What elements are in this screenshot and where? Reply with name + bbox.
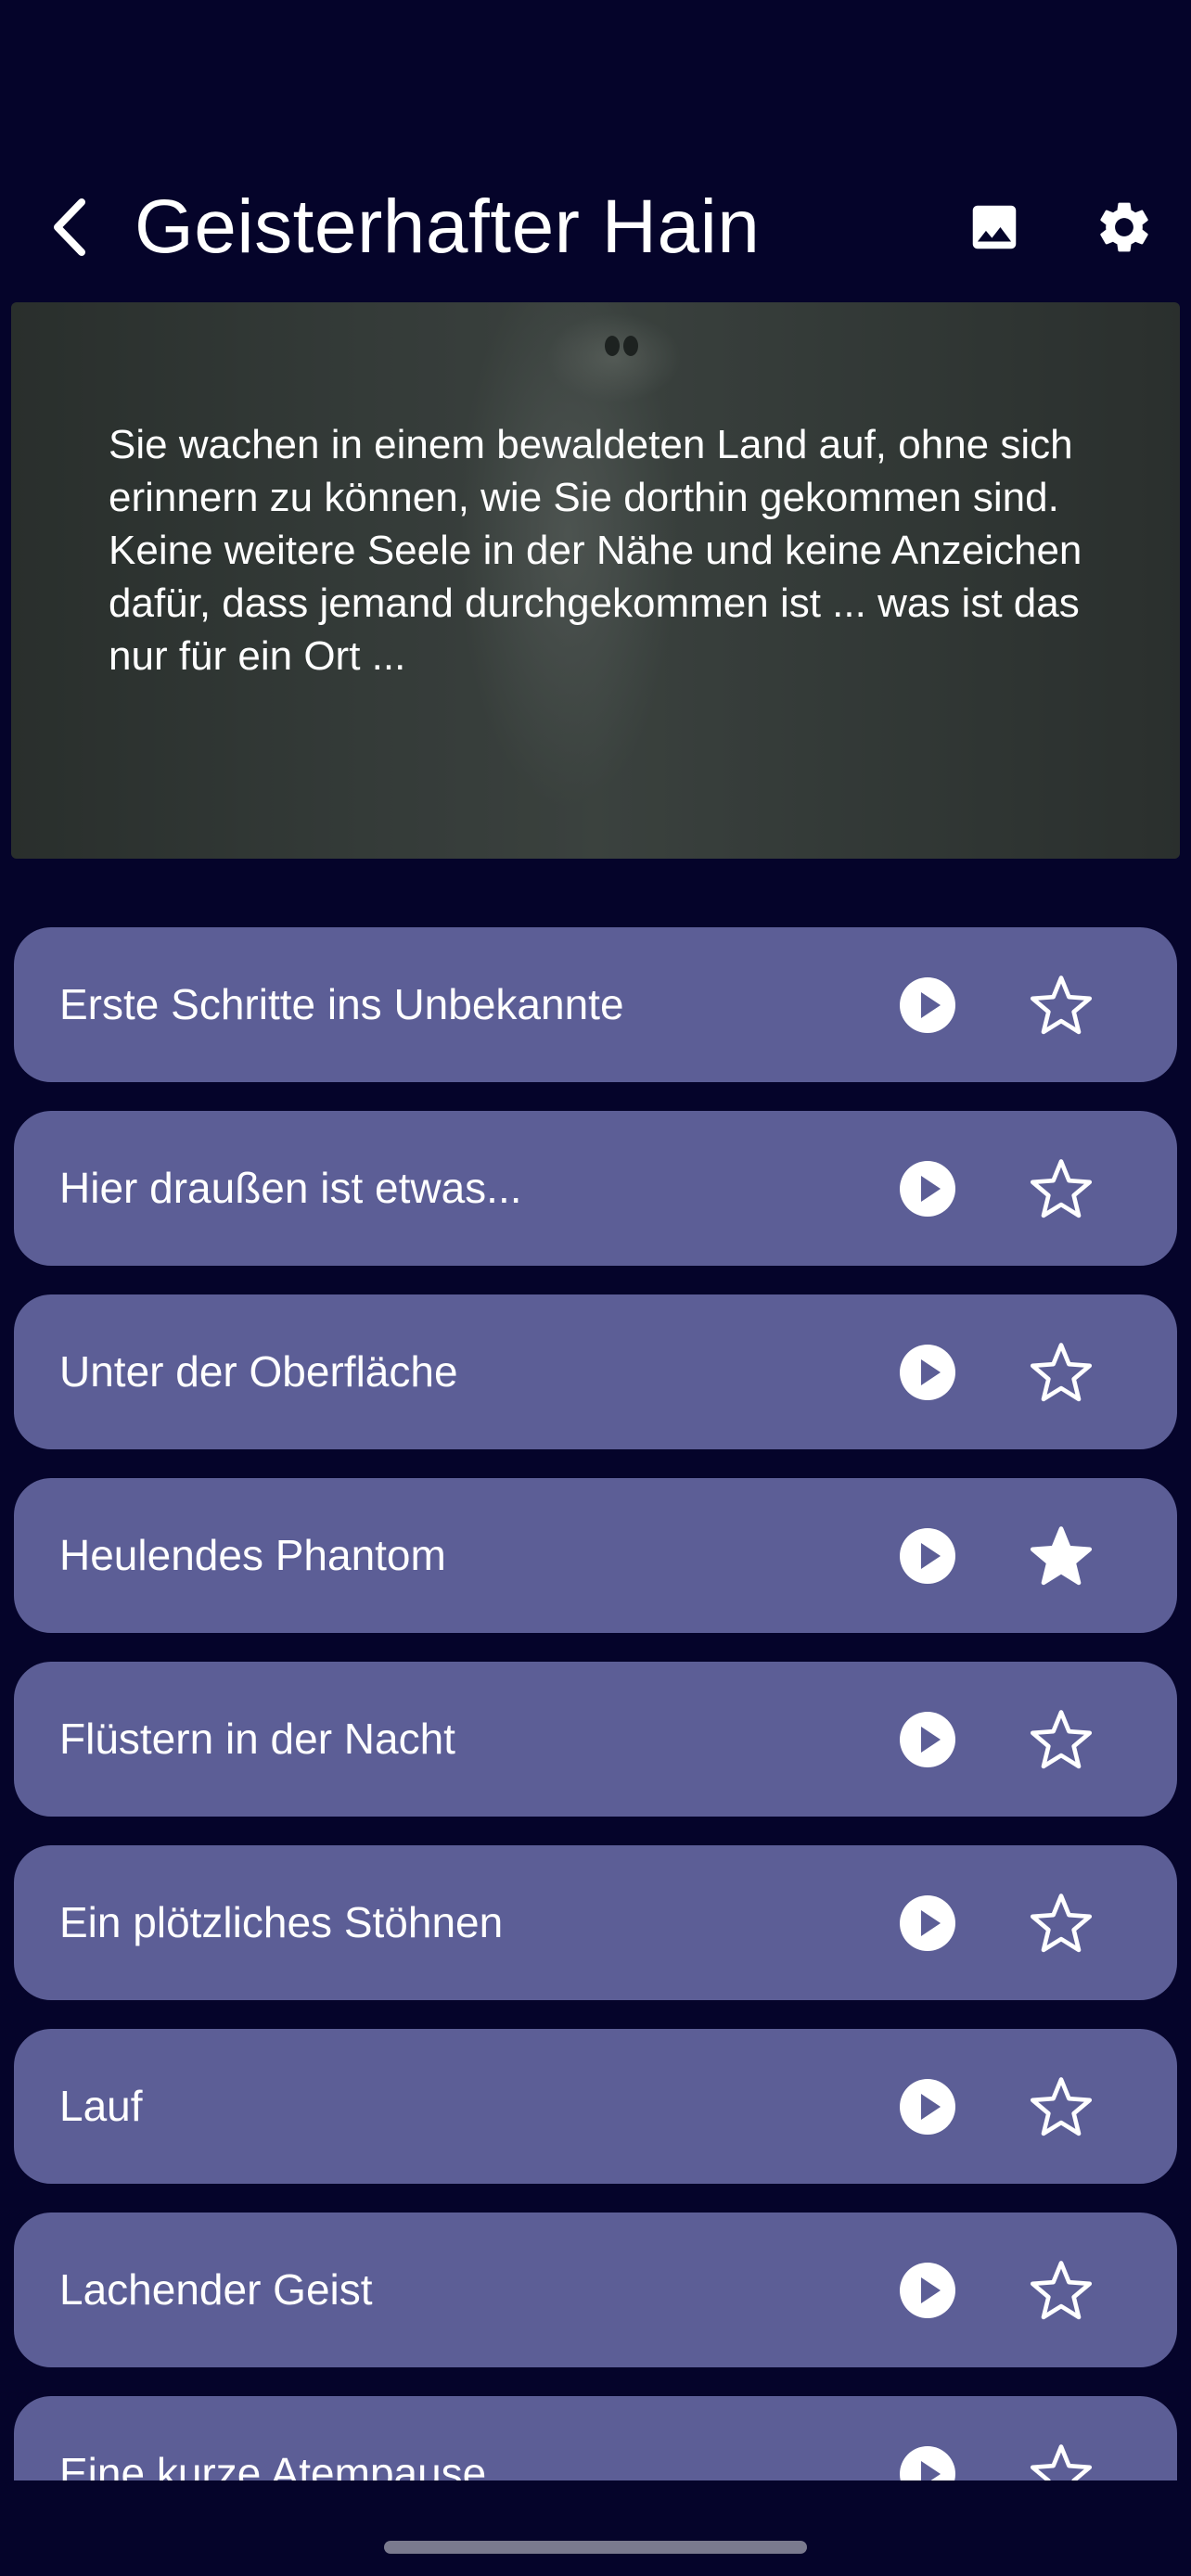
track-list-item[interactable]: Erste Schritte ins Unbekannte [14, 927, 1177, 1082]
hero-image-detail [605, 336, 620, 356]
favorite-button[interactable] [1025, 2438, 1097, 2480]
star-outline-icon [1030, 1894, 1093, 1953]
track-title: Unter der Oberfläche [59, 1347, 458, 1396]
track-list-item[interactable]: Flüstern in der Nacht [14, 1662, 1177, 1817]
track-title: Heulendes Phantom [59, 1531, 446, 1579]
star-outline-icon [1030, 1710, 1093, 1769]
play-circle-icon [900, 1528, 955, 1584]
play-button[interactable] [895, 1524, 960, 1588]
gear-icon [1100, 202, 1148, 252]
track-list-item[interactable]: Lauf [14, 2029, 1177, 2184]
track-list-item[interactable]: Hier draußen ist etwas... [14, 1111, 1177, 1266]
play-circle-icon [900, 1895, 955, 1951]
image-button[interactable] [957, 190, 1031, 264]
favorite-button[interactable] [1025, 1703, 1097, 1776]
hero-description: Sie wachen in einem bewaldeten Land auf,… [109, 422, 1082, 679]
favorite-button[interactable] [1025, 1887, 1097, 1959]
play-button[interactable] [895, 1156, 960, 1221]
favorite-button[interactable] [1025, 1336, 1097, 1409]
favorite-button[interactable] [1025, 2071, 1097, 2143]
track-list-item[interactable]: Heulendes Phantom [14, 1478, 1177, 1633]
star-outline-icon [1030, 1343, 1093, 1402]
star-filled-icon [1030, 1526, 1093, 1586]
play-circle-icon [900, 1345, 955, 1400]
play-button[interactable] [895, 2074, 960, 2139]
track-list-item[interactable]: Lachender Geist [14, 2213, 1177, 2367]
play-circle-icon [900, 2446, 955, 2480]
star-outline-icon [1030, 2444, 1093, 2480]
play-circle-icon [900, 2263, 955, 2318]
image-icon [972, 205, 1017, 249]
favorite-button[interactable] [1025, 2254, 1097, 2327]
track-title: Lauf [59, 2082, 143, 2130]
chevron-left-icon [54, 198, 85, 256]
home-indicator[interactable] [384, 2541, 807, 2554]
track-list[interactable]: Erste Schritte ins Unbekannte Hier drauße… [14, 927, 1177, 2480]
favorite-button[interactable] [1025, 969, 1097, 1041]
star-outline-icon [1030, 1159, 1093, 1218]
track-list-item[interactable]: Unter der Oberfläche [14, 1294, 1177, 1449]
track-title: Eine kurze Atempause [59, 2449, 487, 2480]
track-title: Flüstern in der Nacht [59, 1715, 455, 1763]
hero-banner: Sie wachen in einem bewaldeten Land auf,… [11, 302, 1180, 859]
play-button[interactable] [895, 2258, 960, 2323]
play-button[interactable] [895, 973, 960, 1038]
favorite-button[interactable] [1025, 1153, 1097, 1225]
track-title: Hier draußen ist etwas... [59, 1164, 522, 1212]
hero-image-detail [623, 336, 638, 356]
star-outline-icon [1030, 2077, 1093, 2136]
app-bar: Geisterhafter Hain [0, 158, 1191, 297]
track-title: Erste Schritte ins Unbekannte [59, 980, 624, 1028]
play-circle-icon [900, 1161, 955, 1217]
play-button[interactable] [895, 1891, 960, 1956]
settings-button[interactable] [1087, 190, 1161, 264]
play-button[interactable] [895, 2442, 960, 2480]
play-button[interactable] [895, 1707, 960, 1772]
play-circle-icon [900, 2079, 955, 2135]
star-outline-icon [1030, 2261, 1093, 2320]
favorite-button[interactable] [1025, 1520, 1097, 1592]
play-circle-icon [900, 977, 955, 1033]
track-list-item[interactable]: Ein plötzliches Stöhnen [14, 1845, 1177, 2000]
back-button[interactable] [37, 190, 102, 264]
track-title: Lachender Geist [59, 2265, 373, 2314]
track-title: Ein plötzliches Stöhnen [59, 1898, 504, 1946]
play-circle-icon [900, 1712, 955, 1767]
track-list-item[interactable]: Eine kurze Atempause [14, 2396, 1177, 2480]
page-title: Geisterhafter Hain [134, 185, 761, 269]
play-button[interactable] [895, 1340, 960, 1405]
star-outline-icon [1030, 976, 1093, 1035]
